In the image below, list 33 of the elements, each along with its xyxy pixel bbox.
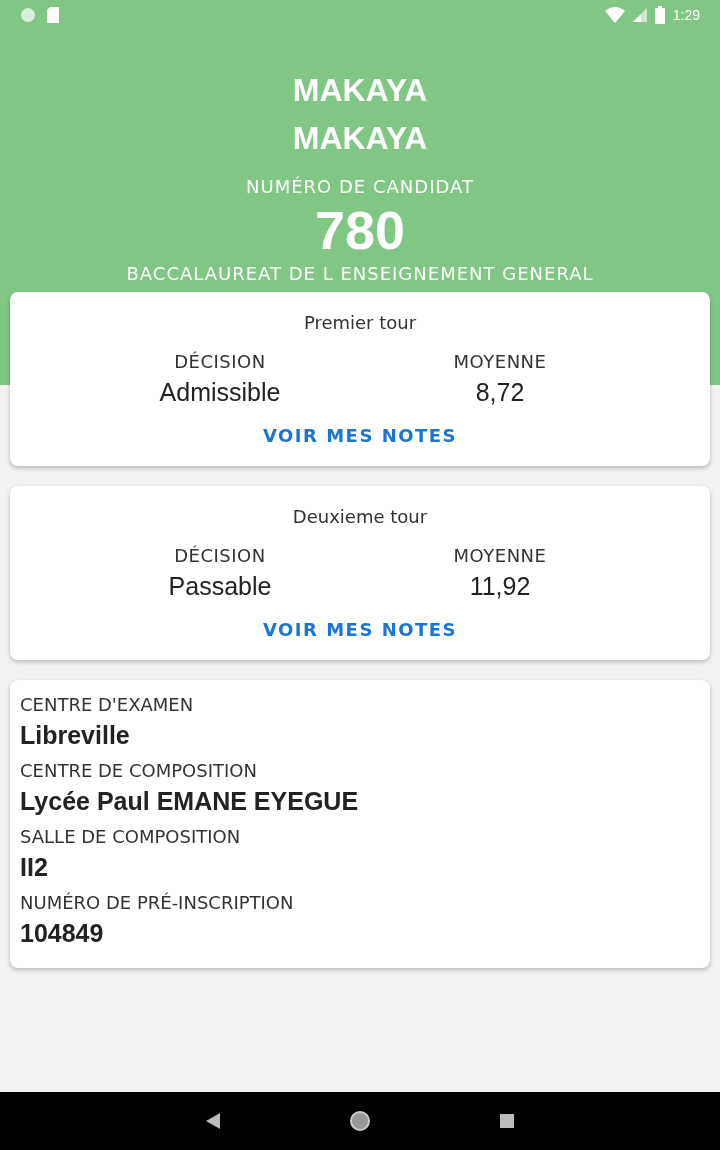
detail-label: CENTRE D'EXAMEN bbox=[20, 694, 195, 715]
detail-value: 104849 bbox=[20, 919, 105, 948]
candidate-name: MAKAYA bbox=[292, 71, 428, 110]
decision-label: DÉCISION bbox=[174, 545, 266, 566]
round-title: Deuxieme tour bbox=[292, 506, 428, 527]
average-value: 8,72 bbox=[475, 378, 525, 407]
detail-value: II2 bbox=[20, 853, 49, 882]
round-title: Premier tour bbox=[303, 312, 417, 333]
decision-label: DÉCISION bbox=[174, 351, 266, 372]
candidate-label: NUMÉRO DE CANDIDAT bbox=[246, 176, 474, 197]
sd-card-icon bbox=[46, 7, 60, 23]
detail-value: Lycée Paul EMANE EYEGUE bbox=[20, 787, 360, 816]
status-time: 1:29 bbox=[672, 7, 700, 23]
detail-label: NUMÉRO DE PRÉ-INSCRIPTION bbox=[20, 892, 295, 913]
view-grades-button[interactable]: VOIR MES NOTES bbox=[254, 421, 466, 450]
decision-value: Admissible bbox=[159, 378, 281, 407]
wifi-icon bbox=[604, 7, 625, 23]
signal-icon bbox=[632, 8, 647, 22]
candidate-name: MAKAYA bbox=[292, 119, 428, 158]
exam-title: BACCALAUREAT DE L ENSEIGNEMENT GENERAL bbox=[126, 263, 594, 284]
detail-label: SALLE DE COMPOSITION bbox=[20, 826, 242, 847]
home-icon[interactable] bbox=[350, 1111, 370, 1131]
back-icon[interactable] bbox=[206, 1113, 220, 1129]
candidate-number: 780 bbox=[314, 199, 406, 262]
detail-value: Libreville bbox=[20, 721, 131, 750]
detail-label: CENTRE DE COMPOSITION bbox=[20, 760, 258, 781]
battery-icon bbox=[654, 6, 665, 24]
view-grades-button[interactable]: VOIR MES NOTES bbox=[254, 615, 466, 644]
notification-dot-icon bbox=[20, 7, 36, 23]
average-value: 11,92 bbox=[469, 572, 531, 601]
average-label: MOYENNE bbox=[453, 545, 547, 566]
average-label: MOYENNE bbox=[453, 351, 547, 372]
decision-value: Passable bbox=[168, 572, 272, 601]
